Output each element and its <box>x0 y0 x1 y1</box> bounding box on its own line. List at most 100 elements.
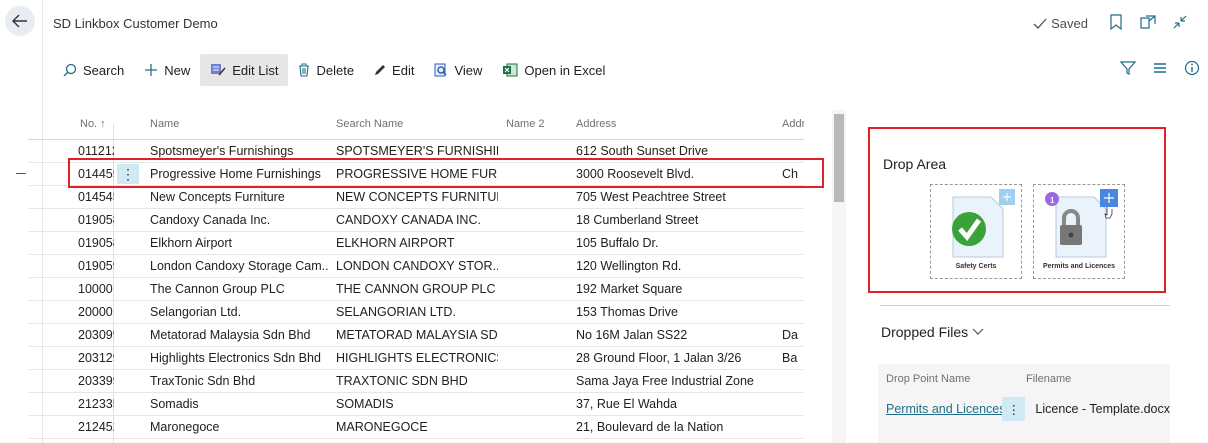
filter-icon[interactable] <box>1120 60 1136 76</box>
table-row[interactable]: 20309920 Metatorad Malaysia Sdn Bhd METATO… <box>28 324 804 347</box>
drop-tile-permits[interactable]: 1 Permits and Licences <box>1033 184 1125 279</box>
filename-cell: Licence - Template.docx <box>1035 402 1170 416</box>
files-header: Drop Point Name Filename <box>878 364 1170 394</box>
cell-search-name: LONDON CANDOXY STOR... <box>336 259 498 273</box>
section-divider <box>880 305 1170 306</box>
saved-status: Saved <box>1033 16 1088 31</box>
col-no[interactable]: No. ↑ <box>28 118 114 130</box>
cell-address: 37, Rue El Wahda <box>576 397 677 411</box>
table-header: No. ↑ Name Search Name Name 2 Address Ad… <box>28 108 804 140</box>
table-row[interactable]: 20312912 Highlights Electronics Sdn Bhd HI… <box>28 347 804 370</box>
col-filename[interactable]: Filename <box>1026 373 1071 385</box>
dropped-files-table: Drop Point Name Filename Permits and Lic… <box>878 364 1170 443</box>
scroll-thumb[interactable] <box>834 114 844 202</box>
search-button[interactable]: Search <box>53 54 134 86</box>
edit-list-icon <box>211 64 226 76</box>
list-view-icon[interactable] <box>1152 60 1168 76</box>
cell-search-name: SOMADIS <box>336 397 394 411</box>
cell-search-name: NEW CONCEPTS FURNITURE <box>336 190 498 204</box>
plus-icon <box>145 64 158 76</box>
table-row[interactable]: 01905899 Elkhorn Airport ELKHORN AIRPORT 10… <box>28 232 804 255</box>
cell-search-name: HIGHLIGHTS ELECTRONICS... <box>336 351 498 365</box>
col-address[interactable]: Address <box>568 118 774 130</box>
cell-address: 612 South Sunset Drive <box>576 144 709 158</box>
info-icon[interactable] <box>1184 60 1200 76</box>
cell-address: 705 West Peachtree Street <box>576 190 726 204</box>
action-bar-right <box>1120 60 1200 76</box>
col-name[interactable]: Name <box>142 118 328 130</box>
search-icon <box>63 63 77 77</box>
delete-button[interactable]: Delete <box>288 54 364 86</box>
cell-no[interactable]: 20000 <box>28 305 114 319</box>
selected-row-indicator <box>16 173 26 174</box>
action-bar: Search New Edit List Delete Edit View Op… <box>43 48 1208 92</box>
open-in-excel-button[interactable]: Open in Excel <box>492 54 615 86</box>
dropped-files-label: Dropped Files <box>881 324 969 340</box>
tile-label: Safety Certs <box>955 263 997 270</box>
bookmark-icon[interactable] <box>1106 12 1126 32</box>
table-row[interactable]: 21245278 Maronegoce MARONEGOCE 21, Boulevar… <box>28 416 804 439</box>
cell-no[interactable]: 01905899 <box>28 236 114 250</box>
edit-button[interactable]: Edit <box>364 54 424 86</box>
open-new-window-icon[interactable] <box>1138 12 1158 32</box>
document-check-icon <box>952 189 1015 258</box>
cell-no[interactable]: 01905902 <box>28 259 114 273</box>
drop-point-link[interactable]: Permits and Licences <box>878 402 1006 416</box>
col-search-name[interactable]: Search Name <box>328 118 498 130</box>
collapse-icon[interactable] <box>1170 12 1190 32</box>
files-row[interactable]: Permits and Licences ⋮ Licence - Templat… <box>878 394 1170 424</box>
cell-search-name: TRAXTONIC SDN BHD <box>336 374 468 388</box>
new-button[interactable]: New <box>134 54 200 86</box>
open-in-excel-label: Open in Excel <box>524 62 606 78</box>
list-scrollbar[interactable] <box>832 110 846 443</box>
cell-no[interactable]: 01905893 <box>28 213 114 227</box>
table-row[interactable]: 21233572 Somadis SOMADIS 37, Rue El Wahda <box>28 393 804 416</box>
tile-label: Permits and Licences <box>1043 263 1115 270</box>
cell-search-name: SPOTSMEYER'S FURNISHIN... <box>336 144 498 158</box>
cell-name: Selangorian Ltd. <box>150 305 242 319</box>
pencil-icon <box>375 65 386 75</box>
cell-name: Candoxy Canada Inc. <box>150 213 271 227</box>
cell-no[interactable]: 20312912 <box>28 351 114 365</box>
saved-label: Saved <box>1051 16 1088 31</box>
col-address-2[interactable]: Addr <box>774 118 804 130</box>
back-button[interactable] <box>5 6 35 36</box>
table-row[interactable]: 20000 Selangorian Ltd. SELANGORIAN LTD. 153… <box>28 301 804 324</box>
cell-no[interactable]: 01454545 <box>28 190 114 204</box>
row-menu-button[interactable]: ⋮ <box>1002 397 1026 421</box>
new-label: New <box>164 62 191 78</box>
drop-area[interactable]: Drop Area Safety Certs 1 Permits and Lic… <box>868 127 1166 293</box>
trash-icon <box>299 63 310 77</box>
cell-no[interactable]: 20309920 <box>28 328 114 342</box>
edit-list-button[interactable]: Edit List <box>200 54 289 86</box>
cell-no[interactable]: 21233572 <box>28 397 114 411</box>
cell-no[interactable]: 20339921 <box>28 374 114 388</box>
cell-no[interactable]: 21245278 <box>28 420 114 434</box>
table-row[interactable]: 20339921 TraxTonic Sdn Bhd TRAXTONIC SDN B… <box>28 370 804 393</box>
title-bar: SD Linkbox Customer Demo Saved <box>43 0 1208 48</box>
drop-tile-safety-certs[interactable]: Safety Certs <box>930 184 1022 279</box>
table-row[interactable]: 10000 The Cannon Group PLC THE CANNON GROU… <box>28 278 804 301</box>
cell-no[interactable]: 10000 <box>28 282 114 296</box>
col-name-2[interactable]: Name 2 <box>498 118 568 130</box>
cell-address: 18 Cumberland Street <box>576 213 699 227</box>
col-drop-point[interactable]: Drop Point Name <box>878 373 1026 385</box>
factbox-pane: Drop Area Safety Certs 1 Permits and Lic… <box>866 110 1170 443</box>
cell-name: Elkhorn Airport <box>150 236 232 250</box>
table-row[interactable]: 01454545 New Concepts Furniture NEW CONCEP… <box>28 186 804 209</box>
cell-name: Spotsmeyer's Furnishings <box>150 144 294 158</box>
cell-no[interactable]: 01121212 <box>28 144 114 158</box>
drop-area-title: Drop Area <box>883 156 947 172</box>
table-row[interactable]: 01905893 Candoxy Canada Inc. CANDOXY CANAD… <box>28 209 804 232</box>
tile-badge-count: 1 <box>1050 196 1055 205</box>
search-label: Search <box>83 62 125 78</box>
dropped-files-title[interactable]: Dropped Files <box>881 324 984 340</box>
cell-name: The Cannon Group PLC <box>150 282 285 296</box>
table-row[interactable]: 01905902 London Candoxy Storage Cam... LON… <box>28 255 804 278</box>
chevron-down-icon <box>972 328 984 335</box>
view-button[interactable]: View <box>424 54 492 86</box>
cell-search-name: METATORAD MALAYSIA SD... <box>336 328 498 342</box>
row-highlight-box <box>68 158 824 188</box>
page-title: SD Linkbox Customer Demo <box>53 16 218 31</box>
cell-address: 21, Boulevard de la Nation <box>576 420 724 434</box>
